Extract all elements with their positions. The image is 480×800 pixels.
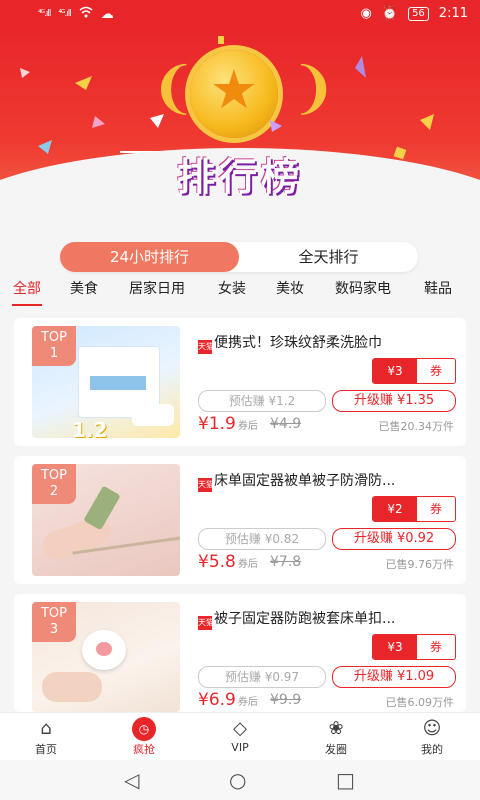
sold-count: 已售6.09万件 xyxy=(385,696,455,709)
status-bar: ⁴ᴳ.ıll ⁴ᴳ.ıll ☁ ◉ ⏰ 56 2:11 xyxy=(0,0,480,28)
bottom-nav: ⌂ 首页 ◷ 疯抢 ◇ VIP ❀ 发圈 ☺ 我的 xyxy=(0,712,480,761)
coupon-price: ¥1.9 券后 xyxy=(198,414,258,434)
lotus-icon: ❀ xyxy=(328,718,344,739)
back-icon[interactable]: ◁ xyxy=(124,768,139,792)
nav-rush[interactable]: ◷ 疯抢 xyxy=(114,717,174,757)
eye-icon: ◉ xyxy=(360,6,372,21)
upgrade-earn-button[interactable]: 升级赚 ¥1.35 xyxy=(332,390,456,412)
estimate-earn: 预估赚 ¥0.97 xyxy=(198,666,326,688)
home-circle-icon[interactable]: ○ xyxy=(229,768,246,792)
coupon-button[interactable]: ¥2 券 xyxy=(372,496,456,522)
hero-banner: ❨ ❩ ★ 排行榜 xyxy=(0,28,480,218)
recents-icon[interactable]: □ xyxy=(336,768,355,792)
signal-icon: ⁴ᴳ.ıll xyxy=(38,9,51,19)
product-title: 天猫被子固定器防跑被套床单扣... xyxy=(198,608,458,630)
tab-24h[interactable]: 24小时排行 xyxy=(60,242,239,272)
category-bar: 全部 美食 居家日用 女装 美妆 数码家电 鞋品 xyxy=(0,280,480,316)
category-all[interactable]: 全部 xyxy=(13,280,41,298)
coupon-button[interactable]: ¥3 券 xyxy=(372,634,456,660)
coupon-price: ¥5.8 券后 xyxy=(198,552,258,572)
original-price: ¥9.9 xyxy=(270,692,302,708)
nav-mine[interactable]: ☺ 我的 xyxy=(402,717,462,757)
original-price: ¥4.9 xyxy=(270,416,302,432)
coupon-button[interactable]: ¥3 券 xyxy=(372,358,456,384)
page-title: 排行榜 xyxy=(176,154,303,199)
category-underline xyxy=(12,304,42,306)
tmall-icon: 天猫 xyxy=(198,478,214,492)
rank-badge: TOP 1 xyxy=(32,326,76,366)
diamond-icon: ◇ xyxy=(233,718,247,739)
estimate-earn: 预估赚 ¥1.2 xyxy=(198,390,326,412)
status-time: 2:11 xyxy=(438,6,468,21)
upgrade-earn-button[interactable]: 升级赚 ¥1.09 xyxy=(332,666,456,688)
rank-badge: TOP 3 xyxy=(32,602,76,642)
tmall-icon: 天猫 xyxy=(198,616,214,630)
product-card[interactable]: TOP 3 天猫被子固定器防跑被套床单扣... ¥3 券 预估赚 ¥0.97 升级… xyxy=(14,594,466,712)
category-beauty[interactable]: 美妆 xyxy=(276,280,304,298)
battery-indicator: 56 xyxy=(408,6,429,21)
product-card[interactable]: TOP 2 天猫床单固定器被单被子防滑防... ¥2 券 预估赚 ¥0.82 升级… xyxy=(14,456,466,584)
cloud-icon: ☁ xyxy=(100,6,114,22)
system-nav-bar: ◁ ○ □ xyxy=(0,760,480,800)
user-icon: ☺ xyxy=(422,718,442,739)
product-card[interactable]: 1.2 TOP 1 天猫便携式！珍珠纹舒柔洗脸巾 ¥3 券 预估赚 ¥1.2 升级… xyxy=(14,318,466,446)
wifi-icon xyxy=(79,6,93,22)
tmall-icon: 天猫 xyxy=(198,340,214,354)
category-shoes[interactable]: 鞋品 xyxy=(424,280,452,298)
signal-icon: ⁴ᴳ.ıll xyxy=(58,9,71,19)
category-food[interactable]: 美食 xyxy=(70,280,98,298)
sold-count: 已售20.34万件 xyxy=(378,420,455,433)
clock-icon: ◷ xyxy=(132,717,156,741)
nav-moments[interactable]: ❀ 发圈 xyxy=(306,717,366,757)
category-digital[interactable]: 数码家电 xyxy=(335,280,391,298)
tab-all-day[interactable]: 全天排行 xyxy=(239,242,418,272)
coupon-price: ¥6.9 券后 xyxy=(198,690,258,710)
nav-home[interactable]: ⌂ 首页 xyxy=(16,717,76,757)
original-price: ¥7.8 xyxy=(270,554,302,570)
sold-count: 已售9.76万件 xyxy=(385,558,455,571)
category-womens[interactable]: 女装 xyxy=(218,280,246,298)
category-home[interactable]: 居家日用 xyxy=(129,280,185,298)
estimate-earn: 预估赚 ¥0.82 xyxy=(198,528,326,550)
home-icon: ⌂ xyxy=(40,718,52,739)
product-title: 天猫床单固定器被单被子防滑防... xyxy=(198,470,458,492)
upgrade-earn-button[interactable]: 升级赚 ¥0.92 xyxy=(332,528,456,550)
nav-vip[interactable]: ◇ VIP xyxy=(210,717,270,754)
alarm-icon: ⏰ xyxy=(381,6,399,21)
product-title: 天猫便携式！珍珠纹舒柔洗脸巾 xyxy=(198,332,458,354)
rank-badge: TOP 2 xyxy=(32,464,76,504)
ranking-tabs: 24小时排行 全天排行 xyxy=(60,242,418,272)
